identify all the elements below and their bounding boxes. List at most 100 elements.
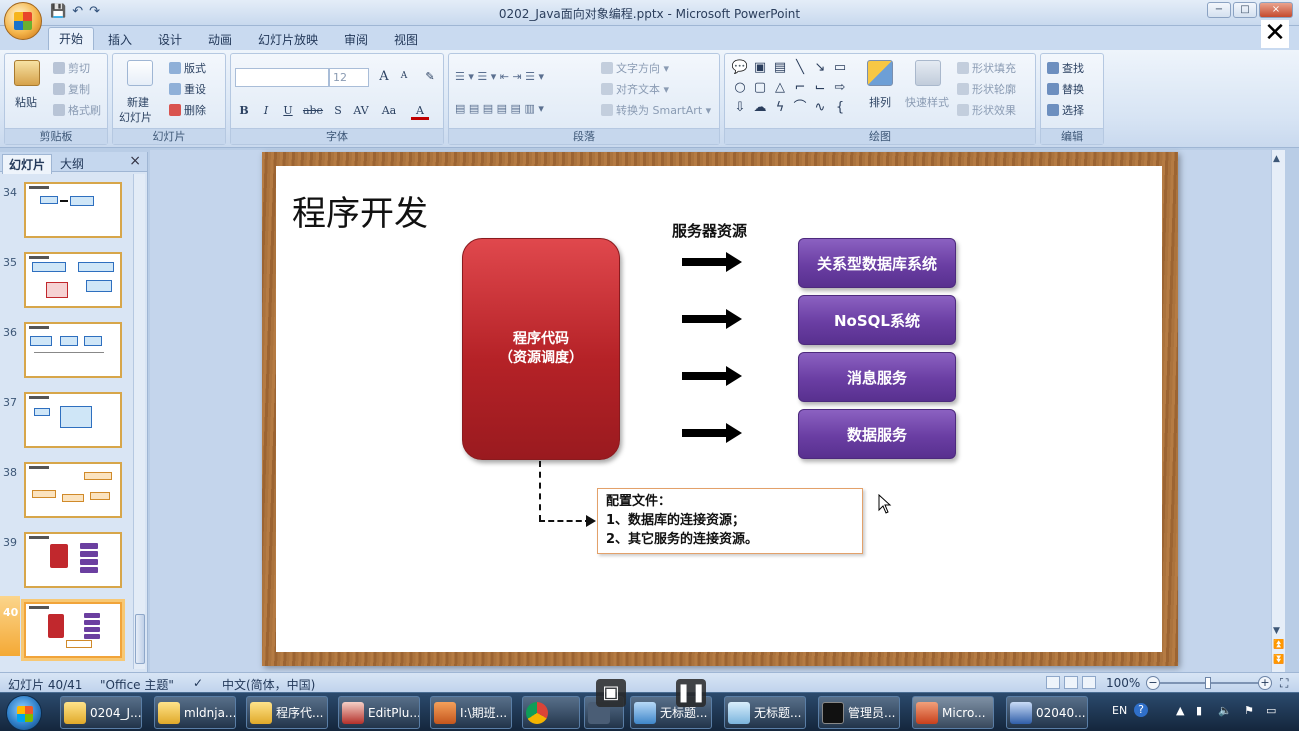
slide-thumbnail-37[interactable]	[24, 392, 122, 448]
zoom-slider-thumb[interactable]	[1205, 677, 1211, 689]
taskbar-item[interactable]	[522, 696, 580, 729]
screen-record-icon[interactable]: ▣	[596, 679, 626, 707]
minimize-button[interactable]: −	[1207, 2, 1231, 18]
office-button[interactable]	[4, 2, 42, 40]
delete-slide-button[interactable]: 删除	[169, 102, 206, 118]
tab-review[interactable]: 审阅	[334, 29, 378, 50]
next-slide-icon[interactable]: ⏬	[1273, 655, 1284, 665]
align-buttons[interactable]: ▤ ▤ ▤ ▤ ▤ ▥ ▾	[455, 102, 544, 115]
align-text-button[interactable]: 对齐文本 ▾	[601, 81, 669, 97]
textbox-shape-icon[interactable]: ▣	[751, 59, 769, 77]
strikethrough-button[interactable]: abe	[301, 102, 325, 120]
shapes-gallery[interactable]: 💬 ▣ ▤ ╲ ↘ ▭ ○ ▢ △ ⌐ ⌙ ⇨ ⇩ ☁ ϟ ⌒ ∿{	[731, 59, 849, 117]
taskbar-item[interactable]: 无标题...	[724, 696, 806, 729]
arc-shape-icon[interactable]: ⌒	[791, 99, 809, 117]
lightning-shape-icon[interactable]: ϟ	[771, 99, 789, 117]
shrink-font-button[interactable]: A	[395, 68, 413, 86]
rounded-rect-shape-icon[interactable]: ▢	[751, 79, 769, 97]
text-direction-button[interactable]: 文字方向 ▾	[601, 60, 669, 76]
char-spacing-button[interactable]: AV	[349, 102, 373, 120]
taskbar-item[interactable]: mldnja...	[154, 696, 236, 729]
taskbar-item[interactable]: 管理员...	[818, 696, 900, 729]
tab-slides[interactable]: 幻灯片	[2, 154, 53, 174]
slide-vertical-scrollbar[interactable]: ▲ ▼ ⏫ ⏬	[1271, 150, 1285, 672]
grow-font-button[interactable]: A	[375, 68, 393, 86]
slide-canvas[interactable]: 程序开发 程序代码 （资源调度） 服务器资源 关系型数据库系统 NoSQL系统 …	[276, 166, 1162, 652]
nosql-box[interactable]: NoSQL系统	[798, 295, 956, 345]
taskbar-item-powerpoint[interactable]: Micro...	[912, 696, 994, 729]
slide-thumbnail-34[interactable]	[24, 182, 122, 238]
help-icon[interactable]: ?	[1134, 703, 1148, 717]
new-slide-button[interactable]: 新建	[127, 94, 149, 110]
tab-design[interactable]: 设计	[148, 29, 192, 50]
image-shape-icon[interactable]: ▤	[771, 59, 789, 77]
start-button[interactable]	[6, 695, 42, 731]
tab-insert[interactable]: 插入	[98, 29, 142, 50]
brace-shape-icon[interactable]: {	[831, 99, 849, 117]
config-file-box[interactable]: 配置文件： 1、数据库的连接资源； 2、其它服务的连接资源。	[597, 488, 863, 554]
message-service-box[interactable]: 消息服务	[798, 352, 956, 402]
taskbar-item[interactable]: EditPlu...	[338, 696, 420, 729]
bullets-button[interactable]: ☰ ▾ ☰ ▾ ⇤ ⇥ ☰ ▾	[455, 70, 544, 83]
shadow-button[interactable]: S	[329, 102, 347, 120]
shape-effects-button[interactable]: 形状效果	[957, 102, 1016, 118]
slide-title[interactable]: 程序开发	[292, 186, 428, 235]
language[interactable]: 中文(简体，中国)	[222, 676, 315, 693]
slide-thumbnail-40[interactable]	[24, 602, 122, 658]
scroll-down-icon[interactable]: ▼	[1273, 626, 1280, 636]
shape-fill-button[interactable]: 形状填充	[957, 60, 1016, 76]
relational-db-box[interactable]: 关系型数据库系统	[798, 238, 956, 288]
maximize-button[interactable]: □	[1233, 2, 1257, 18]
underline-button[interactable]: U	[279, 102, 297, 120]
panel-scroll-thumb[interactable]	[135, 614, 145, 664]
data-service-box[interactable]: 数据服务	[798, 409, 956, 459]
right-arrow-shape-icon[interactable]: ⇨	[831, 79, 849, 97]
zoom-level[interactable]: 100%	[1106, 676, 1140, 690]
arrow-line-shape-icon[interactable]: ↘	[811, 59, 829, 77]
pause-icon[interactable]: ❚❚	[676, 679, 706, 707]
close-window-button[interactable]: ×	[1259, 2, 1293, 18]
panel-scrollbar[interactable]	[133, 174, 145, 669]
slide-thumbnail-38[interactable]	[24, 462, 122, 518]
replace-button[interactable]: 替换	[1047, 81, 1084, 97]
zoom-in-button[interactable]: +	[1258, 676, 1272, 690]
select-button[interactable]: 选择	[1047, 102, 1084, 118]
slide-thumbnail-39[interactable]	[24, 532, 122, 588]
tab-animation[interactable]: 动画	[198, 29, 242, 50]
new-slide-dropdown[interactable]: 幻灯片	[119, 109, 152, 125]
prev-slide-icon[interactable]: ⏫	[1273, 640, 1284, 650]
change-case-button[interactable]: Aa	[377, 102, 401, 120]
font-color-button[interactable]: A	[411, 102, 429, 120]
layout-button[interactable]: 版式	[169, 60, 206, 76]
copy-button[interactable]: 复制	[53, 81, 90, 97]
tab-slideshow[interactable]: 幻灯片放映	[248, 29, 328, 50]
network-icon[interactable]: ▮	[1196, 704, 1202, 717]
down-arrow-shape-icon[interactable]: ⇩	[731, 99, 749, 117]
elbow-arrow-shape-icon[interactable]: ⌙	[811, 79, 829, 97]
cloud-shape-icon[interactable]: ☁	[751, 99, 769, 117]
slide-thumbnail-35[interactable]	[24, 252, 122, 308]
line-shape-icon[interactable]: ╲	[791, 59, 809, 77]
fit-window-icon[interactable]: ⛶	[1280, 676, 1288, 691]
font-size-combo[interactable]: 12	[329, 68, 369, 87]
input-language[interactable]: EN	[1112, 704, 1127, 717]
zoom-out-button[interactable]: −	[1146, 676, 1160, 690]
tab-outline[interactable]: 大纲	[54, 154, 90, 173]
normal-view-button[interactable]	[1046, 676, 1060, 689]
show-desktop-icon[interactable]: ▭	[1266, 704, 1276, 717]
callout-shape-icon[interactable]: 💬	[731, 59, 749, 77]
triangle-shape-icon[interactable]: △	[771, 79, 789, 97]
paste-button[interactable]: 粘贴	[15, 94, 37, 110]
slide-thumbnail-36[interactable]	[24, 322, 122, 378]
clear-format-icon[interactable]: ✎	[421, 68, 439, 86]
flag-icon[interactable]: ⚑	[1244, 704, 1254, 717]
scroll-up-icon[interactable]: ▲	[1273, 154, 1280, 164]
spell-check-icon[interactable]: ✓	[193, 676, 203, 690]
tab-home[interactable]: 开始	[48, 27, 95, 50]
slideshow-view-button[interactable]	[1082, 676, 1096, 689]
rect-shape-icon[interactable]: ▭	[831, 59, 849, 77]
shape-outline-button[interactable]: 形状轮廓	[957, 81, 1016, 97]
bold-button[interactable]: B	[235, 102, 253, 120]
arrange-button[interactable]: 排列	[869, 94, 891, 110]
taskbar-item[interactable]: 0204_J...	[60, 696, 142, 729]
